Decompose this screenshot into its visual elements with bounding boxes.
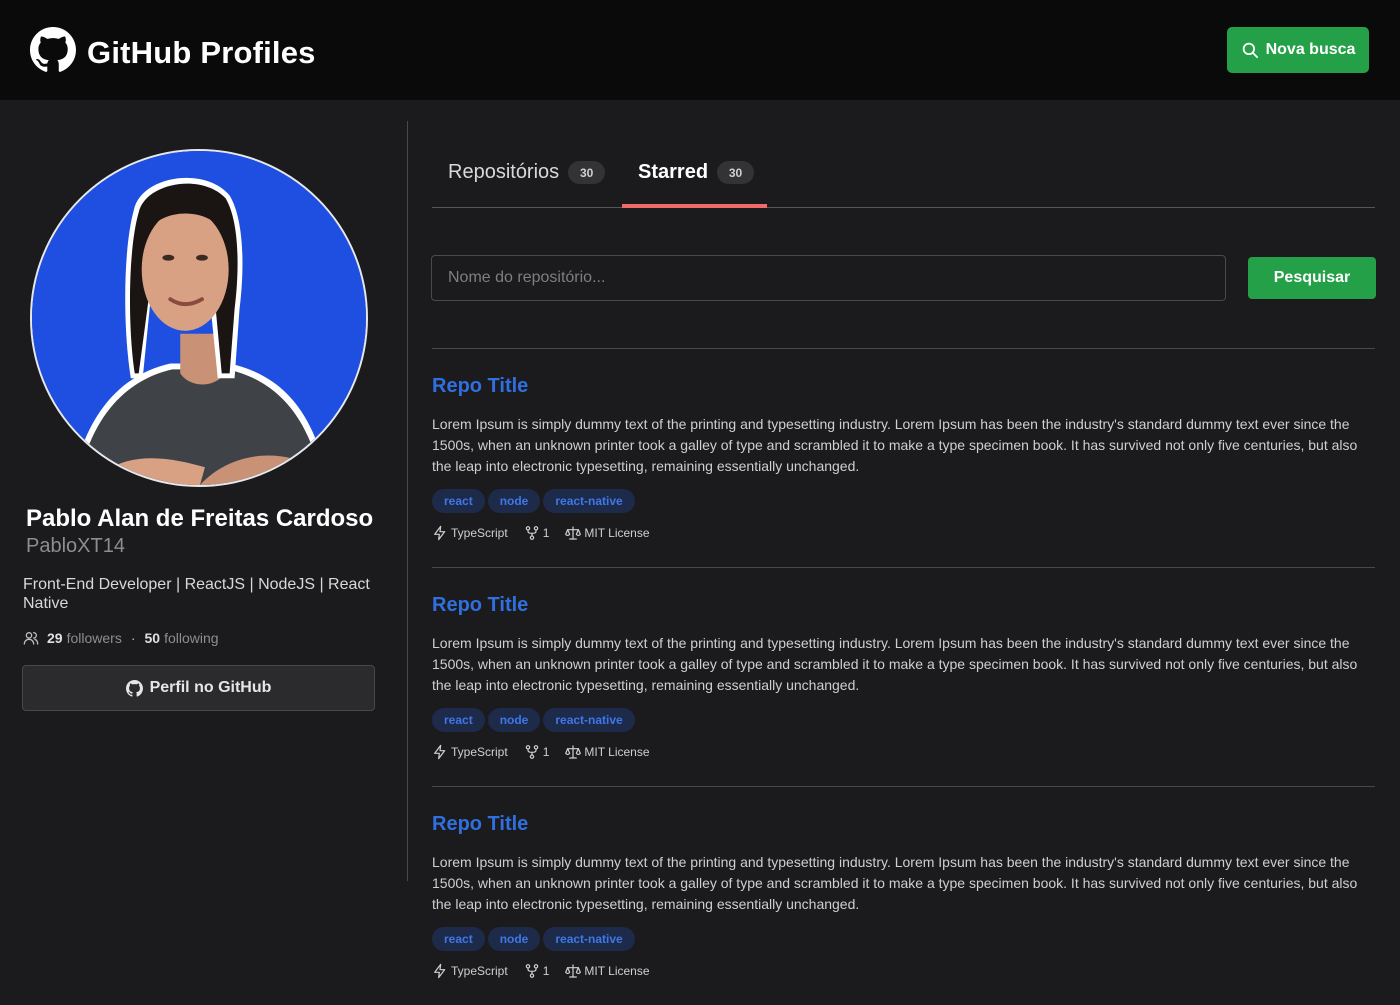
repo-language-label: TypeScript [451, 526, 508, 540]
repo-card: Repo Title Lorem Ipsum is simply dummy te… [432, 348, 1375, 567]
github-logo-icon [30, 27, 76, 78]
profile-name: Pablo Alan de Freitas Cardoso [26, 505, 374, 532]
topic-tag[interactable]: react [432, 708, 485, 732]
search-icon [1242, 42, 1258, 59]
new-search-button[interactable]: Nova busca [1227, 27, 1369, 73]
repo-title[interactable]: Repo Title [432, 375, 528, 398]
git-fork-icon [525, 745, 538, 759]
follow-stats: 29 followers · 50 following [23, 630, 219, 646]
github-icon [125, 679, 143, 697]
tabs-divider [432, 207, 1375, 208]
tab-repositories-label: Repositórios [448, 161, 560, 183]
tab-starred-count: 30 [717, 161, 755, 184]
separator-dot: · [130, 630, 136, 646]
topic-tag[interactable]: node [487, 708, 541, 732]
repo-forks: 1 [524, 525, 550, 541]
git-fork-icon [525, 526, 538, 540]
search-button[interactable]: Pesquisar [1248, 257, 1376, 299]
tab-starred[interactable]: Starred 30 [638, 161, 755, 184]
repo-description: Lorem Ipsum is simply dummy text of the … [432, 635, 1358, 693]
users-icon [23, 632, 39, 645]
repo-license: MIT License [565, 744, 650, 760]
repo-topics: react node react-native [432, 927, 638, 951]
avatar [30, 149, 368, 487]
profile-bio: Front-End Developer | ReactJS | NodeJS |… [23, 576, 370, 612]
repo-forks: 1 [524, 963, 550, 979]
tab-starred-label: Starred [638, 161, 709, 183]
followers-label[interactable]: followers [67, 630, 122, 646]
repo-language-label: TypeScript [451, 745, 508, 759]
repo-forks-count: 1 [542, 745, 550, 759]
repo-title[interactable]: Repo Title [432, 813, 528, 836]
repo-language: TypeScript [432, 525, 508, 541]
profile-login: PabloXT14 [26, 535, 125, 557]
active-tab-indicator [622, 204, 767, 208]
following-label[interactable]: following [164, 630, 218, 646]
repo-language: TypeScript [432, 963, 508, 979]
topic-tag[interactable]: react [432, 489, 485, 513]
app-header: GitHub Profiles Nova busca [0, 0, 1400, 100]
following-count[interactable]: 50 [145, 630, 161, 646]
git-fork-icon [525, 964, 538, 978]
repo-license-label: MIT License [584, 745, 650, 759]
repo-topics: react node react-native [432, 708, 638, 732]
lightning-icon [434, 963, 446, 979]
repo-license: MIT License [565, 963, 650, 979]
repo-topics: react node react-native [432, 489, 638, 513]
column-divider [407, 121, 408, 881]
repo-card: Repo Title Lorem Ipsum is simply dummy te… [432, 567, 1375, 786]
topic-tag[interactable]: react-native [543, 708, 635, 732]
repo-title[interactable]: Repo Title [432, 594, 528, 617]
topic-tag[interactable]: react-native [543, 927, 635, 951]
topic-tag[interactable]: react [432, 927, 485, 951]
tab-repositories-count: 30 [568, 161, 606, 184]
repo-license-label: MIT License [584, 964, 650, 978]
github-profile-button[interactable]: Perfil no GitHub [22, 665, 375, 711]
topic-tag[interactable]: node [487, 489, 541, 513]
brand: GitHub Profiles [30, 27, 316, 78]
repo-card: Repo Title Lorem Ipsum is simply dummy te… [432, 786, 1375, 1005]
scale-icon [565, 526, 582, 540]
lightning-icon [434, 744, 446, 760]
repo-description: Lorem Ipsum is simply dummy text of the … [432, 854, 1358, 912]
repository-search-input[interactable] [431, 255, 1226, 301]
topic-tag[interactable]: node [487, 927, 541, 951]
new-search-label: Nova busca [1265, 41, 1356, 58]
repo-forks: 1 [524, 744, 550, 760]
repo-forks-count: 1 [542, 964, 550, 978]
scale-icon [565, 745, 582, 759]
repo-language-label: TypeScript [451, 964, 508, 978]
repo-meta: TypeScript 1 MIT License [432, 744, 666, 760]
repo-meta: TypeScript 1 MIT License [432, 525, 666, 541]
repo-license: MIT License [565, 525, 650, 541]
repo-description: Lorem Ipsum is simply dummy text of the … [432, 416, 1358, 474]
github-profile-button-label: Perfil no GitHub [149, 679, 272, 696]
topic-tag[interactable]: react-native [543, 489, 635, 513]
lightning-icon [434, 525, 446, 541]
repo-language: TypeScript [432, 744, 508, 760]
scale-icon [565, 964, 582, 978]
repo-meta: TypeScript 1 MIT License [432, 963, 666, 979]
repo-forks-count: 1 [542, 526, 550, 540]
followers-count[interactable]: 29 [47, 630, 63, 646]
brand-title: GitHub Profiles [87, 34, 316, 70]
repo-license-label: MIT License [584, 526, 650, 540]
tab-repositories[interactable]: Repositórios 30 [448, 161, 606, 184]
